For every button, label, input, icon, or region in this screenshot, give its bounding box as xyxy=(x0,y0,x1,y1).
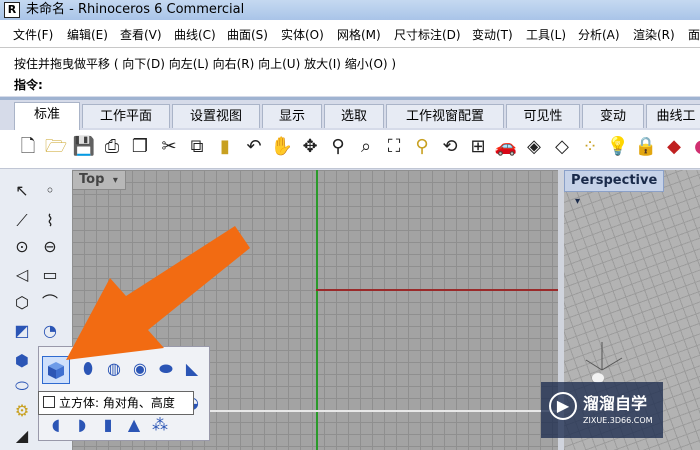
circle-icon[interactable]: ⊙ xyxy=(10,235,34,259)
tooltip: 立方体: 角对角、高度 xyxy=(38,391,194,415)
light-bulb-icon[interactable]: 💡 xyxy=(606,135,630,159)
zoom-icon[interactable]: ⚲ xyxy=(326,135,350,159)
solid-box-icon[interactable]: ⬢ xyxy=(10,349,34,373)
arc-icon[interactable]: ◁ xyxy=(10,263,34,287)
undo-icon[interactable]: ↶ xyxy=(242,135,266,159)
hide-icon[interactable]: ◈ xyxy=(522,135,546,159)
car-icon[interactable]: 🚗 xyxy=(494,135,518,159)
tab-cplanes[interactable]: 工作平面 xyxy=(82,104,170,128)
tab-visibility[interactable]: 可见性 xyxy=(506,104,580,128)
polyline-icon[interactable]: ⟋ xyxy=(10,209,34,233)
annotation-arrow-icon xyxy=(66,226,250,360)
tab-curve-tools[interactable]: 曲线工 xyxy=(646,104,700,128)
show-icon[interactable]: ◇ xyxy=(550,135,574,159)
toolbar-tab-bar: 标准 工作平面 设置视图 显示 选取 工作视窗配置 可见性 变动 曲线工 xyxy=(0,100,700,130)
perspective-viewport-title[interactable]: Perspective ▾ xyxy=(564,170,664,207)
rotate-view-icon[interactable]: ✥ xyxy=(298,135,322,159)
paste-icon[interactable]: ▮ xyxy=(213,135,237,159)
top-viewport-label: Top xyxy=(79,172,105,187)
tab-viewport-layout[interactable]: 工作视窗配置 xyxy=(386,104,504,128)
print-icon[interactable]: ⎙ xyxy=(100,135,124,159)
menu-bar: 文件(F) 编辑(E) 查看(V) 曲线(C) 曲面(S) 实体(O) 网格(M… xyxy=(0,20,700,48)
tooltip-text: 立方体: 角对角、高度 xyxy=(59,396,175,410)
mouse-button-icon xyxy=(43,396,55,408)
pipe-icon[interactable]: ◗ xyxy=(69,413,95,437)
layer-icon[interactable]: ◆ xyxy=(662,135,686,159)
rhino-app-icon[interactable]: R xyxy=(4,2,20,18)
menu-surface[interactable]: 曲面(S) xyxy=(227,26,268,43)
watermark-url: ZIXUE.3D66.COM xyxy=(583,416,653,425)
watermark-name: 溜溜自学 xyxy=(583,394,648,413)
torus-icon[interactable]: ◖ xyxy=(43,413,69,437)
menu-view[interactable]: 查看(V) xyxy=(120,26,162,43)
zoom-window-icon[interactable]: ⌕ xyxy=(354,135,378,159)
more-tools-icon[interactable]: ◢ xyxy=(10,424,34,448)
lock-icon[interactable]: ⁘ xyxy=(578,135,602,159)
rotate-icon[interactable]: ⟲ xyxy=(438,135,462,159)
copy-icon[interactable]: ⧉ xyxy=(185,135,209,159)
new-icon[interactable]: 🗋 xyxy=(16,135,40,159)
text-object-icon[interactable]: ⁂ xyxy=(147,413,173,437)
menu-tools[interactable]: 工具(L) xyxy=(526,26,566,43)
padlock-icon[interactable]: 🔒 xyxy=(634,135,658,159)
mesh-icon[interactable]: ⬭ xyxy=(10,374,34,398)
pan-icon[interactable]: ✋ xyxy=(270,135,294,159)
menu-curve[interactable]: 曲线(C) xyxy=(174,26,216,43)
standard-toolbar: 🗋 🗁 💾 ⎙ ❐ ✂ ⧉ ▮ ↶ ✋ ✥ ⚲ ⌕ ⛶ ⚲ ⟲ ⊞ 🚗 ◈ ◇ … xyxy=(0,130,700,169)
point-icon[interactable]: ◦ xyxy=(38,179,62,203)
command-history: 按住并拖曳做平移 ( 向下(D) 向左(L) 向右(R) 向上(U) 放大(I)… xyxy=(14,57,397,71)
menu-panels[interactable]: 面 xyxy=(688,26,700,43)
menu-solid[interactable]: 实体(O) xyxy=(281,26,324,43)
window-title: 未命名 - Rhinoceros 6 Commercial xyxy=(26,2,245,17)
chevron-down-icon[interactable]: ▾ xyxy=(113,175,118,186)
command-prompt[interactable]: 指令: xyxy=(14,76,43,93)
open-icon[interactable]: 🗁 xyxy=(44,135,68,159)
tab-standard[interactable]: 标准 xyxy=(14,102,80,130)
watermark-logo-icon: ▶ xyxy=(549,392,577,420)
zoom-extents-icon[interactable]: ⛶ xyxy=(382,135,406,159)
surface-icon[interactable]: ◩ xyxy=(10,319,34,343)
tab-select[interactable]: 选取 xyxy=(324,104,384,128)
menu-dimension[interactable]: 尺寸标注(D) xyxy=(394,26,461,43)
menu-transform[interactable]: 变动(T) xyxy=(472,26,513,43)
chevron-down-icon[interactable]: ▾ xyxy=(575,196,580,207)
menu-mesh[interactable]: 网格(M) xyxy=(337,26,381,43)
pyramid-icon[interactable]: ▲ xyxy=(121,413,147,437)
watermark: ▶ 溜溜自学 ZIXUE.3D66.COM xyxy=(541,382,663,438)
menu-edit[interactable]: 编辑(E) xyxy=(67,26,108,43)
zoom-selected-icon[interactable]: ⚲ xyxy=(410,135,434,159)
menu-render[interactable]: 渲染(R) xyxy=(633,26,675,43)
perspective-viewport-label: Perspective xyxy=(571,173,658,188)
render-icon[interactable]: ◐ xyxy=(690,135,700,159)
command-area: 按住并拖曳做平移 ( 向下(D) 向左(L) 向右(R) 向上(U) 放大(I)… xyxy=(0,48,700,96)
tab-display[interactable]: 显示 xyxy=(262,104,322,128)
menu-file[interactable]: 文件(F) xyxy=(13,26,53,43)
save-icon[interactable]: 💾 xyxy=(72,135,96,159)
transform-icon[interactable]: ⚙ xyxy=(10,399,34,423)
polygon-icon[interactable]: ⬡ xyxy=(10,291,34,315)
four-viewports-icon[interactable]: ⊞ xyxy=(466,135,490,159)
import-icon[interactable]: ❐ xyxy=(128,135,152,159)
menu-analyze[interactable]: 分析(A) xyxy=(578,26,620,43)
top-viewport-title[interactable]: Top ▾ xyxy=(72,170,126,190)
x-axis-line xyxy=(316,289,558,291)
tab-transform[interactable]: 变动 xyxy=(582,104,644,128)
y-axis-line xyxy=(316,170,318,450)
select-arrow-icon[interactable]: ↖ xyxy=(10,179,34,203)
cut-icon[interactable]: ✂ xyxy=(157,135,181,159)
tab-set-view[interactable]: 设置视图 xyxy=(172,104,260,128)
title-bar: R 未命名 - Rhinoceros 6 Commercial xyxy=(0,0,700,20)
extrude-solid-icon[interactable]: ▮ xyxy=(95,413,121,437)
